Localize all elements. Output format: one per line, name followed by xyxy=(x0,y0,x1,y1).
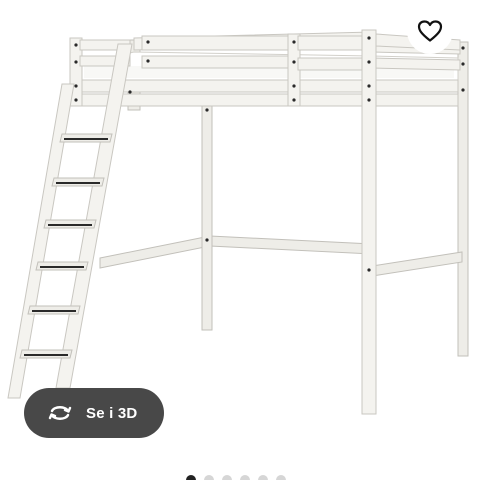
lower-rail-right xyxy=(371,251,463,277)
rotate-arrows-icon xyxy=(46,403,74,423)
product-gallery: .wood { fill: #f4f3ef; stroke: #c9c7c1; … xyxy=(0,0,480,480)
lower-rail-back xyxy=(209,235,373,255)
favorite-button[interactable] xyxy=(407,8,453,54)
heart-outline-icon xyxy=(417,20,443,42)
carousel-dot[interactable] xyxy=(186,475,196,480)
guard-rail-mid xyxy=(141,55,295,69)
guard-rail-top xyxy=(141,35,295,51)
carousel-dot[interactable] xyxy=(240,475,250,480)
carousel-dot[interactable] xyxy=(258,475,268,480)
carousel-dot[interactable] xyxy=(222,475,232,480)
middle-post xyxy=(201,103,213,331)
ladder xyxy=(7,43,133,399)
carousel-dot[interactable] xyxy=(204,475,214,480)
front-rail-lower xyxy=(77,93,459,107)
lower-rail-left xyxy=(99,235,211,269)
view-in-3d-button[interactable]: Se i 3D xyxy=(24,388,164,438)
view-in-3d-label: Se i 3D xyxy=(86,404,138,422)
carousel-indicators xyxy=(186,475,286,480)
carousel-dot[interactable] xyxy=(276,475,286,480)
front-rail-upper xyxy=(77,79,459,93)
right-rail-mid xyxy=(371,57,461,71)
